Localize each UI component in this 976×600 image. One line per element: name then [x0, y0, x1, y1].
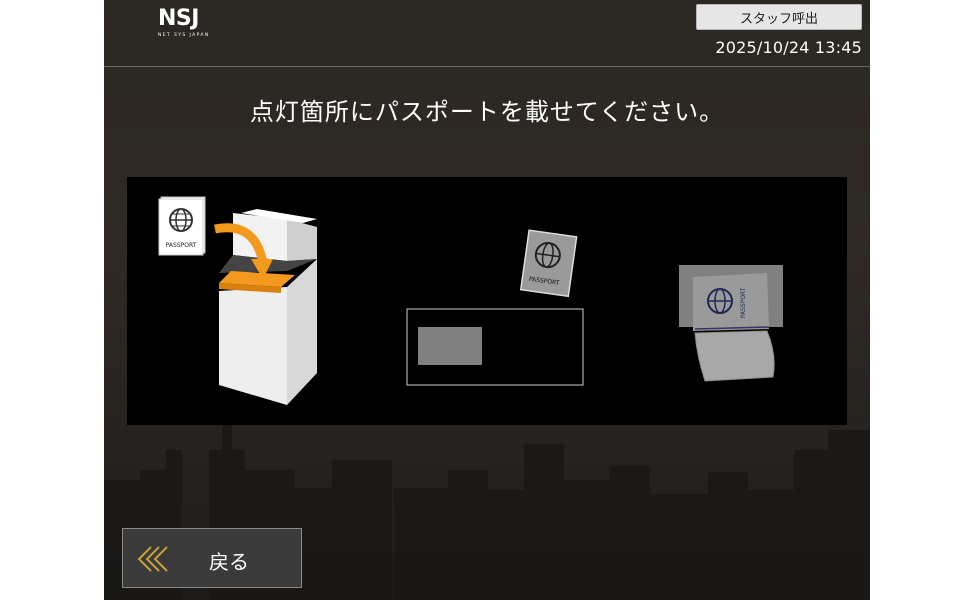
double-chevron-left-icon — [137, 546, 168, 572]
back-button-label: 戻る — [209, 550, 249, 574]
back-button[interactable]: 戻る — [122, 528, 302, 588]
kiosk-machine-illustration: PASSPORT — [158, 196, 317, 405]
header-divider — [104, 66, 870, 67]
illustration-panel: PASSPORT PASSPORT PASSPORT — [127, 177, 847, 425]
logo-text: NSJ — [158, 6, 199, 31]
passport-label-3: PASSPORT — [740, 287, 747, 318]
nsj-logo: NSJ NET SYS JAPAN — [156, 6, 226, 40]
staff-call-button[interactable]: スタッフ呼出 — [696, 4, 862, 30]
floating-passport-icon: PASSPORT — [519, 229, 578, 298]
header: NSJ NET SYS JAPAN スタッフ呼出 2025/10/24 13:4… — [104, 0, 870, 66]
scanner-illustration: PASSPORT — [406, 229, 584, 386]
passport-card-icon: PASSPORT — [158, 196, 206, 256]
datetime-display: 2025/10/24 13:45 — [715, 38, 862, 57]
kiosk-screen: NSJ NET SYS JAPAN スタッフ呼出 2025/10/24 13:4… — [104, 0, 870, 600]
open-passport-illustration: PASSPORT — [679, 265, 783, 382]
passport-label-1: PASSPORT — [166, 242, 197, 249]
logo-subtext: NET SYS JAPAN — [158, 33, 210, 38]
passport-placement-illustration: PASSPORT PASSPORT PASSPORT — [158, 196, 783, 405]
instruction-text: 点灯箇所にパスポートを載せてください。 — [249, 98, 725, 126]
scanner-light-area — [418, 327, 482, 365]
